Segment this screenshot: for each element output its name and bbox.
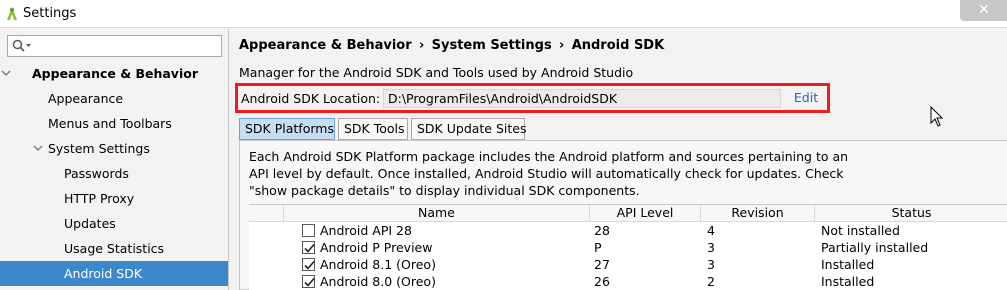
sidebar-item-label: Passwords (64, 166, 129, 181)
window-title: Settings (23, 6, 77, 21)
table-header: Name API Level Revision Status (249, 205, 1007, 222)
sdk-platforms-description: Each Android SDK Platform package includ… (249, 149, 849, 198)
search-input[interactable] (7, 35, 222, 57)
page-description: Manager for the Android SDK and Tools us… (239, 65, 634, 80)
sidebar-item[interactable]: Passwords (0, 161, 228, 186)
main-panel: Appearance & Behavior › System Settings › An… (230, 29, 1007, 290)
checkmark-icon (304, 277, 315, 287)
cell-revision: 4 (707, 223, 715, 238)
mouse-cursor-icon (930, 106, 944, 127)
column-header-revision[interactable]: Revision (701, 205, 815, 222)
table-row[interactable]: Android 8.1 (Oreo) 27 3 Installed (249, 256, 1007, 273)
sidebar-item-label: HTTP Proxy (64, 191, 135, 206)
package-checkbox[interactable] (302, 224, 315, 237)
column-header-api-level[interactable]: API Level (590, 205, 701, 222)
tab-sdk-platforms[interactable]: SDK Platforms (239, 118, 335, 140)
close-button[interactable]: ✕ (960, 0, 1007, 21)
breadcrumb-item: Appearance & Behavior (239, 38, 412, 53)
cell-status: Installed (821, 274, 875, 289)
sidebar-item-label: System Settings (48, 141, 150, 156)
cell-revision: 3 (707, 240, 715, 255)
breadcrumb-item: Android SDK (571, 38, 665, 53)
title-bar: Settings ✕ (0, 0, 1007, 28)
package-checkbox[interactable] (302, 258, 315, 271)
cell-revision: 3 (707, 257, 715, 272)
table-row[interactable]: Android API 28 28 4 Not installed (249, 222, 1007, 239)
close-icon: ✕ (978, 2, 990, 18)
cell-api-level: P (594, 240, 602, 255)
column-header-select[interactable] (249, 205, 284, 222)
cell-revision: 2 (707, 274, 715, 289)
android-studio-icon (7, 7, 17, 20)
cell-status: Partially installed (821, 240, 929, 255)
sidebar-item[interactable]: Android SDK (0, 261, 228, 286)
settings-sidebar: Appearance & Behavior Appearance Menus and… (0, 29, 229, 290)
sidebar-item-label: Android SDK (64, 266, 143, 281)
sidebar-item-label: Menus and Toolbars (48, 116, 172, 131)
table-row[interactable]: Android 8.0 (Oreo) 26 2 Installed (249, 273, 1007, 290)
sdk-location-field[interactable]: D:\ProgramFiles\Android\AndroidSDK (383, 89, 781, 108)
cell-status: Not installed (821, 223, 900, 238)
sdk-location-highlight: Android SDK Location: D:\ProgramFiles\An… (235, 83, 830, 113)
sidebar-item-label: Appearance (48, 91, 124, 106)
sidebar-item[interactable]: System Settings (0, 136, 228, 161)
cell-api-level: 27 (594, 257, 610, 272)
tab-sdk-update-sites[interactable]: SDK Update Sites (411, 118, 527, 140)
column-header-name[interactable]: Name (284, 205, 590, 222)
sidebar-item[interactable]: Appearance (0, 86, 228, 111)
package-checkbox[interactable] (302, 275, 315, 288)
breadcrumb-separator: › (559, 38, 565, 53)
chevron-down-icon[interactable] (0, 61, 12, 86)
sidebar-item-label: Appearance & Behavior (32, 66, 198, 81)
sidebar-item[interactable]: Appearance & Behavior (0, 61, 228, 86)
breadcrumb-separator: › (418, 38, 425, 53)
sidebar-item-label: Usage Statistics (64, 241, 165, 256)
table-body: Android API 28 28 4 Not installed Android P … (249, 222, 1007, 290)
package-checkbox[interactable] (302, 241, 315, 254)
checkmark-icon (304, 243, 315, 253)
edit-sdk-location-link[interactable]: Edit (784, 89, 828, 108)
sdk-location-label: Android SDK Location: (241, 91, 381, 106)
cell-api-level: 26 (594, 274, 610, 289)
sidebar-item[interactable]: Updates (0, 211, 228, 236)
sidebar-item-label: Updates (64, 216, 116, 231)
cell-status: Installed (821, 257, 875, 272)
search-icon (12, 39, 31, 52)
chevron-down-icon[interactable] (32, 136, 44, 161)
column-header-status[interactable]: Status (815, 205, 1007, 222)
checkmark-icon (304, 260, 315, 270)
tab-sdk-tools[interactable]: SDK Tools (338, 118, 408, 140)
cell-api-level: 28 (594, 223, 610, 238)
cell-name: Android API 28 (320, 223, 412, 238)
cell-name: Android 8.1 (Oreo) (320, 257, 436, 272)
sidebar-item[interactable]: Usage Statistics (0, 236, 228, 261)
cell-name: Android 8.0 (Oreo) (320, 274, 436, 289)
breadcrumb-item: System Settings (431, 38, 552, 53)
cell-name: Android P Preview (320, 240, 433, 255)
sidebar-item[interactable]: Menus and Toolbars (0, 111, 228, 136)
sidebar-item[interactable]: HTTP Proxy (0, 186, 228, 211)
sdk-platforms-table: Name API Level Revision Status Android A… (249, 204, 1007, 290)
breadcrumb: Appearance & Behavior › System Settings › An… (239, 38, 664, 53)
table-row[interactable]: Android P Preview P 3 Partially installed (249, 239, 1007, 256)
sdk-platforms-panel: Each Android SDK Platform package includ… (239, 140, 1007, 290)
